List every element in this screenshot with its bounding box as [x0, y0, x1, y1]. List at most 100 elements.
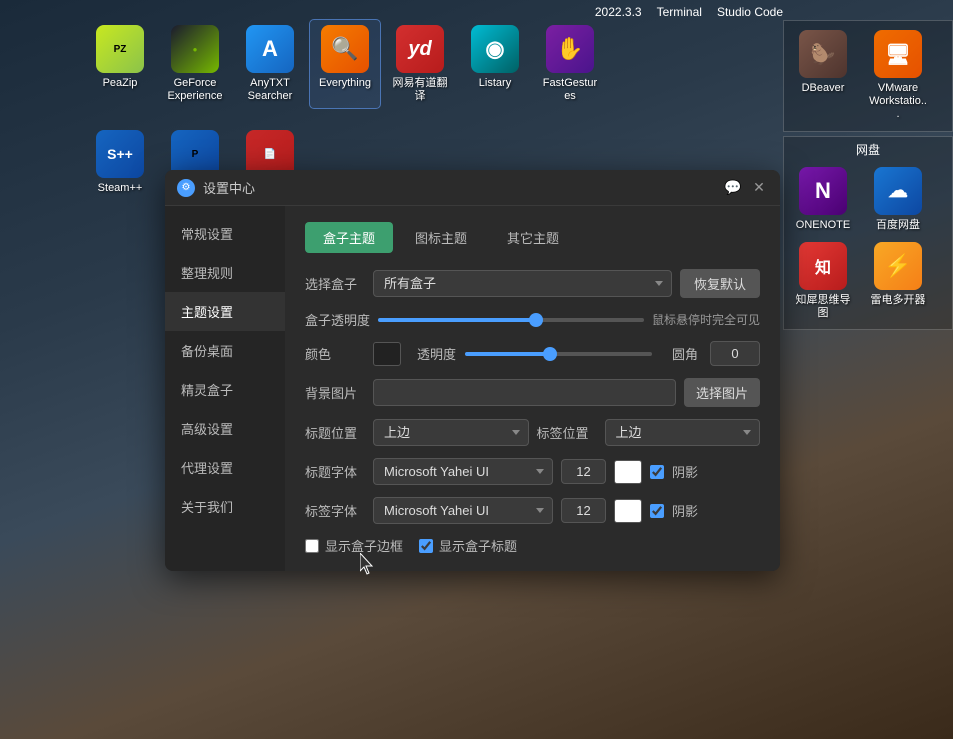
fastgestures-icon: ✋ — [546, 25, 594, 73]
title-shadow-checkbox[interactable] — [650, 465, 664, 479]
choose-image-btn[interactable]: 选择图片 — [684, 378, 760, 407]
steam-label: Steam++ — [98, 182, 143, 195]
icon-zhixi[interactable]: 知 知犀思维导图 — [788, 237, 858, 325]
transparency-label: 透明度 — [417, 344, 457, 363]
bg-image-label: 背景图片 — [305, 383, 365, 402]
dbeaver-icon: 🦫 — [799, 30, 847, 78]
netpan-label: 网盘 — [788, 141, 948, 158]
title-font-row: 标题字体 Microsoft Yahei UI Arial SimHei 阴影 — [305, 458, 760, 485]
anytxt-icon: A — [246, 25, 294, 73]
youdao-icon: yd — [396, 25, 444, 73]
geforce-icon: ● — [171, 25, 219, 73]
tab-icon-theme[interactable]: 图标主题 — [397, 222, 485, 253]
label-font-select[interactable]: Microsoft Yahei UI Arial SimHei — [373, 497, 553, 524]
select-box-label: 选择盒子 — [305, 274, 365, 293]
sidebar-item-genie[interactable]: 精灵盒子 — [165, 370, 285, 409]
transparency-slider[interactable] — [465, 352, 652, 356]
peazip-label: PeaZip — [103, 77, 138, 90]
label-font-color-swatch[interactable] — [614, 499, 642, 523]
title-shadow-label: 阴影 — [672, 462, 698, 481]
title-pos-select[interactable]: 上边 下边 左边 右边 — [373, 419, 529, 446]
show-border-label: 显示盒子边框 — [325, 536, 403, 555]
listary-label: Listary — [479, 77, 511, 90]
icon-thunder-app[interactable]: ⚡ 雷电多开器 — [863, 237, 933, 325]
label-font-row: 标签字体 Microsoft Yahei UI Arial SimHei 阴影 — [305, 497, 760, 524]
sidebar-item-rules[interactable]: 整理规则 — [165, 253, 285, 292]
select-box-dropdown[interactable]: 所有盒子 — [373, 270, 672, 297]
icon-fastgestures[interactable]: ✋ FastGestures — [535, 20, 605, 108]
onenote-icon: N — [799, 167, 847, 215]
corner-input[interactable] — [710, 341, 760, 366]
baidu-pan-label: 百度网盘 — [876, 219, 920, 232]
title-pos-label: 标题位置 — [305, 423, 365, 442]
studio-code-label[interactable]: Studio Code — [717, 5, 783, 19]
show-title-label: 显示盒子标题 — [439, 536, 517, 555]
dialog-controls: 💬 ✕ — [724, 179, 768, 197]
date-label: 2022.3.3 — [595, 5, 642, 19]
restore-default-btn[interactable]: 恢复默认 — [680, 269, 760, 298]
anytxt-label: AnyTXT Searcher — [240, 77, 300, 103]
icon-listary[interactable]: ◉ Listary — [460, 20, 530, 108]
onenote-label: ONENOTE — [796, 219, 850, 232]
checkboxes-row: 显示盒子边框 显示盒子标题 — [305, 536, 760, 555]
color-swatch[interactable] — [373, 342, 401, 366]
show-title-item: 显示盒子标题 — [419, 536, 517, 555]
icon-dbeaver[interactable]: 🦫 DBeaver — [788, 25, 858, 127]
label-font-size-input[interactable] — [561, 498, 606, 523]
bg-image-row: 背景图片 选择图片 — [305, 378, 760, 407]
opacity-hint: 鼠标悬停时完全可见 — [652, 311, 760, 328]
sidebar-item-advanced[interactable]: 高级设置 — [165, 409, 285, 448]
sidebar-item-backup[interactable]: 备份桌面 — [165, 331, 285, 370]
settings-dialog: ⚙ 设置中心 💬 ✕ 常规设置 整理规则 主题设置 备份桌面 精灵盒子 高级设置… — [165, 170, 780, 571]
show-border-item: 显示盒子边框 — [305, 536, 403, 555]
geforce-label: GeForce Experience — [165, 77, 225, 103]
opacity-label: 盒子透明度 — [305, 310, 370, 329]
icon-geforce[interactable]: ● GeForce Experience — [160, 20, 230, 108]
top-bar-dates: 2022.3.3 Terminal Studio Code — [595, 5, 783, 19]
icon-baidu-pan[interactable]: ☁ 百度网盘 — [863, 162, 933, 237]
vmware-icon: 🖥 — [874, 30, 922, 78]
sidebar-item-theme[interactable]: 主题设置 — [165, 292, 285, 331]
title-font-color-swatch[interactable] — [614, 460, 642, 484]
color-label: 颜色 — [305, 344, 365, 363]
label-pos-group: 标签位置 上边 下边 左边 右边 — [537, 419, 761, 446]
sidebar-item-general[interactable]: 常规设置 — [165, 214, 285, 253]
color-row: 颜色 透明度 圆角 — [305, 341, 760, 366]
dialog-icon: ⚙ — [177, 179, 195, 197]
tab-box-theme[interactable]: 盒子主题 — [305, 222, 393, 253]
zhixi-label: 知犀思维导图 — [793, 294, 853, 320]
title-font-label: 标题字体 — [305, 462, 365, 481]
thunder-label: 雷电多开器 — [871, 294, 926, 307]
dialog-close-btn[interactable]: ✕ — [750, 179, 768, 197]
sidebar-item-about[interactable]: 关于我们 — [165, 487, 285, 526]
everything-label: Everything — [319, 77, 371, 90]
tab-bar: 盒子主题 图标主题 其它主题 — [305, 222, 760, 253]
icon-youdao[interactable]: yd 网易有道翻译 — [385, 20, 455, 108]
label-pos-select[interactable]: 上边 下边 左边 右边 — [605, 419, 761, 446]
dialog-message-btn[interactable]: 💬 — [724, 179, 742, 197]
dialog-titlebar: ⚙ 设置中心 💬 ✕ — [165, 170, 780, 206]
dbeaver-label: DBeaver — [802, 82, 845, 95]
label-shadow-checkbox[interactable] — [650, 504, 664, 518]
terminal-label[interactable]: Terminal — [657, 5, 702, 19]
icon-vmware[interactable]: 🖥 VMware Workstatio... — [863, 25, 933, 127]
sidebar-item-proxy[interactable]: 代理设置 — [165, 448, 285, 487]
desktop-icons-row1: PZ PeaZip ● GeForce Experience A AnyTXT … — [85, 20, 605, 108]
title-font-select[interactable]: Microsoft Yahei UI Arial SimHei — [373, 458, 553, 485]
thunder-icon: ⚡ — [874, 242, 922, 290]
dialog-body: 常规设置 整理规则 主题设置 备份桌面 精灵盒子 高级设置 代理设置 关于我们 … — [165, 206, 780, 571]
opacity-row: 盒子透明度 鼠标悬停时完全可见 — [305, 310, 760, 329]
youdao-label: 网易有道翻译 — [390, 77, 450, 103]
icon-everything[interactable]: 🔍 Everything — [310, 20, 380, 108]
show-border-checkbox[interactable] — [305, 539, 319, 553]
icon-steam[interactable]: S++ Steam++ — [85, 125, 155, 200]
title-font-size-input[interactable] — [561, 459, 606, 484]
icon-onenote[interactable]: N ONENOTE — [788, 162, 858, 237]
icon-peazip[interactable]: PZ PeaZip — [85, 20, 155, 108]
icon-anytxt[interactable]: A AnyTXT Searcher — [235, 20, 305, 108]
opacity-slider[interactable] — [378, 318, 644, 322]
bg-image-input[interactable] — [373, 379, 676, 406]
label-pos-label: 标签位置 — [537, 423, 597, 442]
tab-other-theme[interactable]: 其它主题 — [489, 222, 577, 253]
show-title-checkbox[interactable] — [419, 539, 433, 553]
